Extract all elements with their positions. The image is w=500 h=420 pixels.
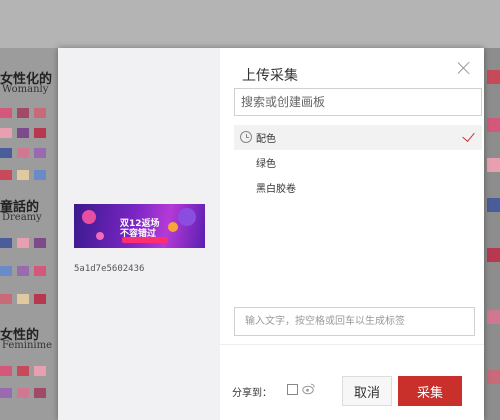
banner-decoration [82,210,96,224]
board-item-lvse[interactable]: 绿色 [234,150,482,175]
swatch-row [0,266,46,276]
swatch-row [0,366,46,376]
image-preview-pane: 双12返场 不容错过 5a1d7e5602436 [58,48,220,420]
tag-input[interactable] [234,307,475,336]
checkmark-icon [462,129,475,142]
swatch-row [0,294,46,304]
share-weibo-checkbox[interactable] [287,384,298,395]
share-label: 分享到： [232,388,272,399]
swatch-row [0,108,46,118]
color-swatch [0,108,12,118]
color-swatch [34,148,46,158]
swatch-row [0,238,46,248]
background-page-right [484,48,500,420]
color-swatch [0,366,12,376]
color-swatch [34,238,46,248]
color-swatch [0,170,12,180]
bg-subtitle-feminime: Feminime [2,340,53,351]
banner-badge [122,237,168,243]
color-swatch [17,148,29,158]
banner-decoration [168,222,178,232]
color-swatch [0,238,12,248]
swatch-row [0,388,46,398]
weibo-icon[interactable] [302,382,316,395]
color-swatch [17,128,29,138]
upload-collect-dialog: 双12返场 不容错过 5a1d7e5602436 上传采集 配色 绿色 黑白胶卷… [58,48,484,420]
background-page-left: 女性化的 Womanly 童話的 Dreamy 女性的 Feminime [0,48,58,420]
color-swatch [0,128,12,138]
color-swatch [34,128,46,138]
swatch-row [0,128,46,138]
banner-decoration [96,232,104,240]
color-swatch [487,118,500,132]
color-swatch [487,370,500,384]
color-swatch [17,238,29,248]
color-swatch [0,388,12,398]
color-swatch [34,388,46,398]
color-swatch [0,294,12,304]
board-item-heibaijiaojuan[interactable]: 黑白胶卷 [234,175,482,200]
footer-divider [220,344,484,345]
color-swatch [17,170,29,180]
color-swatch [34,266,46,276]
bg-subtitle-dreamy: Dreamy [2,212,42,223]
color-swatch [17,366,29,376]
board-item-peise[interactable]: 配色 [234,125,482,150]
image-id: 5a1d7e5602436 [74,264,145,274]
color-swatch [17,294,29,304]
recent-clock-icon [240,131,252,143]
color-swatch [487,158,500,172]
board-item-label: 绿色 [256,159,276,170]
cancel-button[interactable]: 取消 [342,376,392,406]
board-search-input[interactable] [234,88,482,116]
banner-decoration [178,208,196,226]
color-swatch [487,310,500,324]
color-swatch [34,108,46,118]
color-swatch [34,366,46,376]
board-item-label: 黑白胶卷 [256,184,296,195]
color-swatch [0,266,12,276]
color-swatch [34,294,46,304]
color-swatch [0,148,12,158]
color-swatch [17,108,29,118]
color-swatch [34,170,46,180]
board-list: 配色 绿色 黑白胶卷 [234,125,482,200]
color-swatch [17,388,29,398]
background-header [0,0,500,48]
color-swatch [487,198,500,212]
color-swatch [487,70,500,84]
preview-image: 双12返场 不容错过 [74,204,205,248]
dialog-title: 上传采集 [242,68,298,84]
color-swatch [17,266,29,276]
close-icon[interactable] [456,60,472,76]
collect-form: 上传采集 配色 绿色 黑白胶卷 分享到： 取消 采集 [220,48,484,420]
board-item-label: 配色 [256,134,276,145]
bg-subtitle-womanly: Womanly [2,84,49,95]
collect-button[interactable]: 采集 [398,376,462,406]
color-swatch [487,248,500,262]
swatch-row [0,148,46,158]
swatch-row [0,170,46,180]
